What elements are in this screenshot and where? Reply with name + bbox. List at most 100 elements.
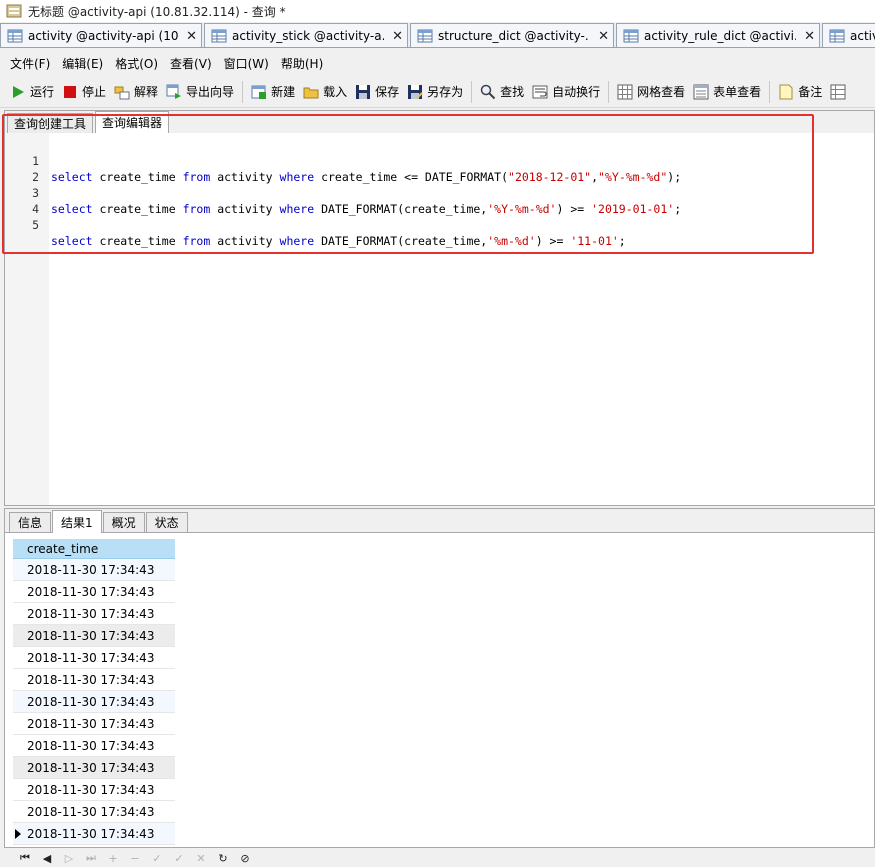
close-icon[interactable]: ✕ [392,29,403,44]
doc-tab-activity-rule-dict[interactable]: activity_rule_dict @activi... ✕ [616,23,820,47]
result-grid: create_time 2018-11-30 17:34:43 2018-11-… [13,539,175,845]
post-edit-icon[interactable]: ✓ [146,850,168,866]
export-wizard-button[interactable]: 导出向导 [162,80,238,104]
explain-icon [114,86,130,99]
last-record-icon[interactable]: ⏭ [80,850,102,866]
table-row[interactable]: 2018-11-30 17:34:43 [13,581,175,603]
table-row[interactable]: 2018-11-30 17:34:43 [13,691,175,713]
tab-status[interactable]: 状态 [145,512,188,532]
table-row[interactable]: 2018-11-30 17:34:43 [13,801,175,823]
run-button[interactable]: 运行 [6,80,58,104]
grid-view-label: 网格查看 [637,85,686,99]
close-icon[interactable]: ✕ [186,29,197,44]
table-row[interactable]: 2018-11-30 17:34:43 [13,669,175,691]
menu-window[interactable]: 窗口(W) [218,55,275,72]
table-row[interactable]: 2018-11-30 17:34:43 [13,647,175,669]
explain-button[interactable]: 解释 [110,80,162,104]
new-label: 新建 [271,85,296,99]
new-button[interactable]: 新建 [247,80,299,104]
menu-format[interactable]: 格式(O) [109,55,164,72]
table-cell[interactable]: 2018-11-30 17:34:43 [27,651,154,665]
table-cell[interactable]: 2018-11-30 17:34:43 [27,673,154,687]
menu-view[interactable]: 查看(V) [164,55,218,72]
tab-result-1[interactable]: 结果1 [52,510,102,533]
more-button[interactable] [826,80,854,104]
word-wrap-button[interactable]: 自动换行 [528,80,604,104]
toolbar-separator [608,80,610,103]
table-row[interactable]: 2018-11-30 17:34:43 [13,779,175,801]
table-row[interactable]: 2018-11-30 17:34:43 [13,559,175,581]
menu-help[interactable]: 帮助(H) [275,55,329,72]
table-cell[interactable]: 2018-11-30 17:34:43 [27,563,154,577]
title-bar: 无标题 @activity-api (10.81.32.114) - 查询 * [0,0,875,22]
table-cell[interactable]: 2018-11-30 17:34:43 [27,629,154,643]
doc-tab-structure-dict[interactable]: structure_dict @activity-... ✕ [410,23,614,47]
save-as-button[interactable]: 另存为 [403,80,467,104]
new-query-icon [251,85,267,99]
string-literal: '11-01' [570,234,619,248]
code-text: activity [210,234,280,248]
find-button[interactable]: 查找 [476,80,528,104]
confirm-icon[interactable]: ✓ [168,850,190,866]
save-button[interactable]: 保存 [351,80,403,104]
editor-tabs: 查询创建工具 查询编辑器 [5,111,874,133]
first-record-icon[interactable]: ⏮ [14,850,36,866]
table-cell[interactable]: 2018-11-30 17:34:43 [27,717,154,731]
table-cell[interactable]: 2018-11-30 17:34:43 [27,585,154,599]
table-row[interactable]: 2018-11-30 17:34:43 [13,757,175,779]
table-cell[interactable]: 2018-11-30 17:34:43 [27,805,154,819]
run-label: 运行 [30,85,55,99]
table-cell[interactable]: 2018-11-30 17:34:43 [27,739,154,753]
doc-tab-activ[interactable]: activ [822,23,875,47]
tab-query-editor[interactable]: 查询编辑器 [95,111,170,133]
note-icon [779,84,793,99]
cancel-edit-icon[interactable]: ✕ [190,850,212,866]
table-cell[interactable]: 2018-11-30 17:34:43 [27,827,154,841]
form-view-button[interactable]: 表单查看 [689,80,765,104]
stop-icon[interactable]: ⊘ [234,850,256,866]
table-row[interactable]: 2018-11-30 17:34:43 [13,625,175,647]
table-cell[interactable]: 2018-11-30 17:34:43 [27,783,154,797]
prev-record-icon[interactable]: ◀ [36,850,58,866]
add-record-icon[interactable]: + [102,850,124,866]
tab-profile[interactable]: 概况 [102,512,145,532]
code-text: DATE_FORMAT(create_time, [314,234,488,248]
load-button[interactable]: 载入 [299,80,351,104]
doc-tab-label: activity_rule_dict @activi... [644,29,797,43]
doc-tab-activity[interactable]: activity @activity-api (10... ✕ [0,23,202,47]
stop-button[interactable]: 停止 [58,80,110,104]
menu-edit[interactable]: 编辑(E) [56,55,109,72]
close-icon[interactable]: ✕ [804,29,815,44]
table-cell[interactable]: 2018-11-30 17:34:43 [27,761,154,775]
table-row[interactable]: 2018-11-30 17:34:43 [13,603,175,625]
column-header-create-time[interactable]: create_time [13,539,175,559]
code-text: ; [618,234,626,248]
table-icon [7,29,23,43]
save-as-icon [408,84,423,99]
table-row-current[interactable]: 2018-11-30 17:34:43 [13,823,175,845]
table-cell[interactable]: 2018-11-30 17:34:43 [27,607,154,621]
table-cell[interactable]: 2018-11-30 17:34:43 [27,695,154,709]
grid-view-button[interactable]: 网格查看 [613,80,689,104]
menu-file[interactable]: 文件(F) [4,55,56,72]
tab-info[interactable]: 信息 [9,512,52,532]
note-button[interactable]: 备注 [774,80,826,104]
table-row[interactable]: 2018-11-30 17:34:43 [13,713,175,735]
code-line: 5 select create_time from activity where… [5,201,874,248]
record-navigator: ⏮ ◀ ▷ ⏭ + − ✓ ✓ ✕ ↻ ⊘ [0,849,875,867]
tab-query-builder[interactable]: 查询创建工具 [7,113,94,133]
sql-editor[interactable]: 1 select create_time from activity where… [5,133,874,505]
close-icon[interactable]: ✕ [598,29,609,44]
menu-bar: 文件(F) 编辑(E) 格式(O) 查看(V) 窗口(W) 帮助(H) [0,52,875,74]
delete-record-icon[interactable]: − [124,850,146,866]
doc-tab-label: activ [850,29,875,43]
next-record-icon[interactable]: ▷ [58,850,80,866]
table-icon [623,29,639,43]
query-window-icon [6,4,22,18]
refresh-icon[interactable]: ↻ [212,850,234,866]
table-row[interactable]: 2018-11-30 17:34:43 [13,735,175,757]
grid-icon [830,84,846,99]
doc-tab-activity-stick[interactable]: activity_stick @activity-a... ✕ [204,23,408,47]
table-icon [211,29,227,43]
keyword: from [182,234,211,248]
